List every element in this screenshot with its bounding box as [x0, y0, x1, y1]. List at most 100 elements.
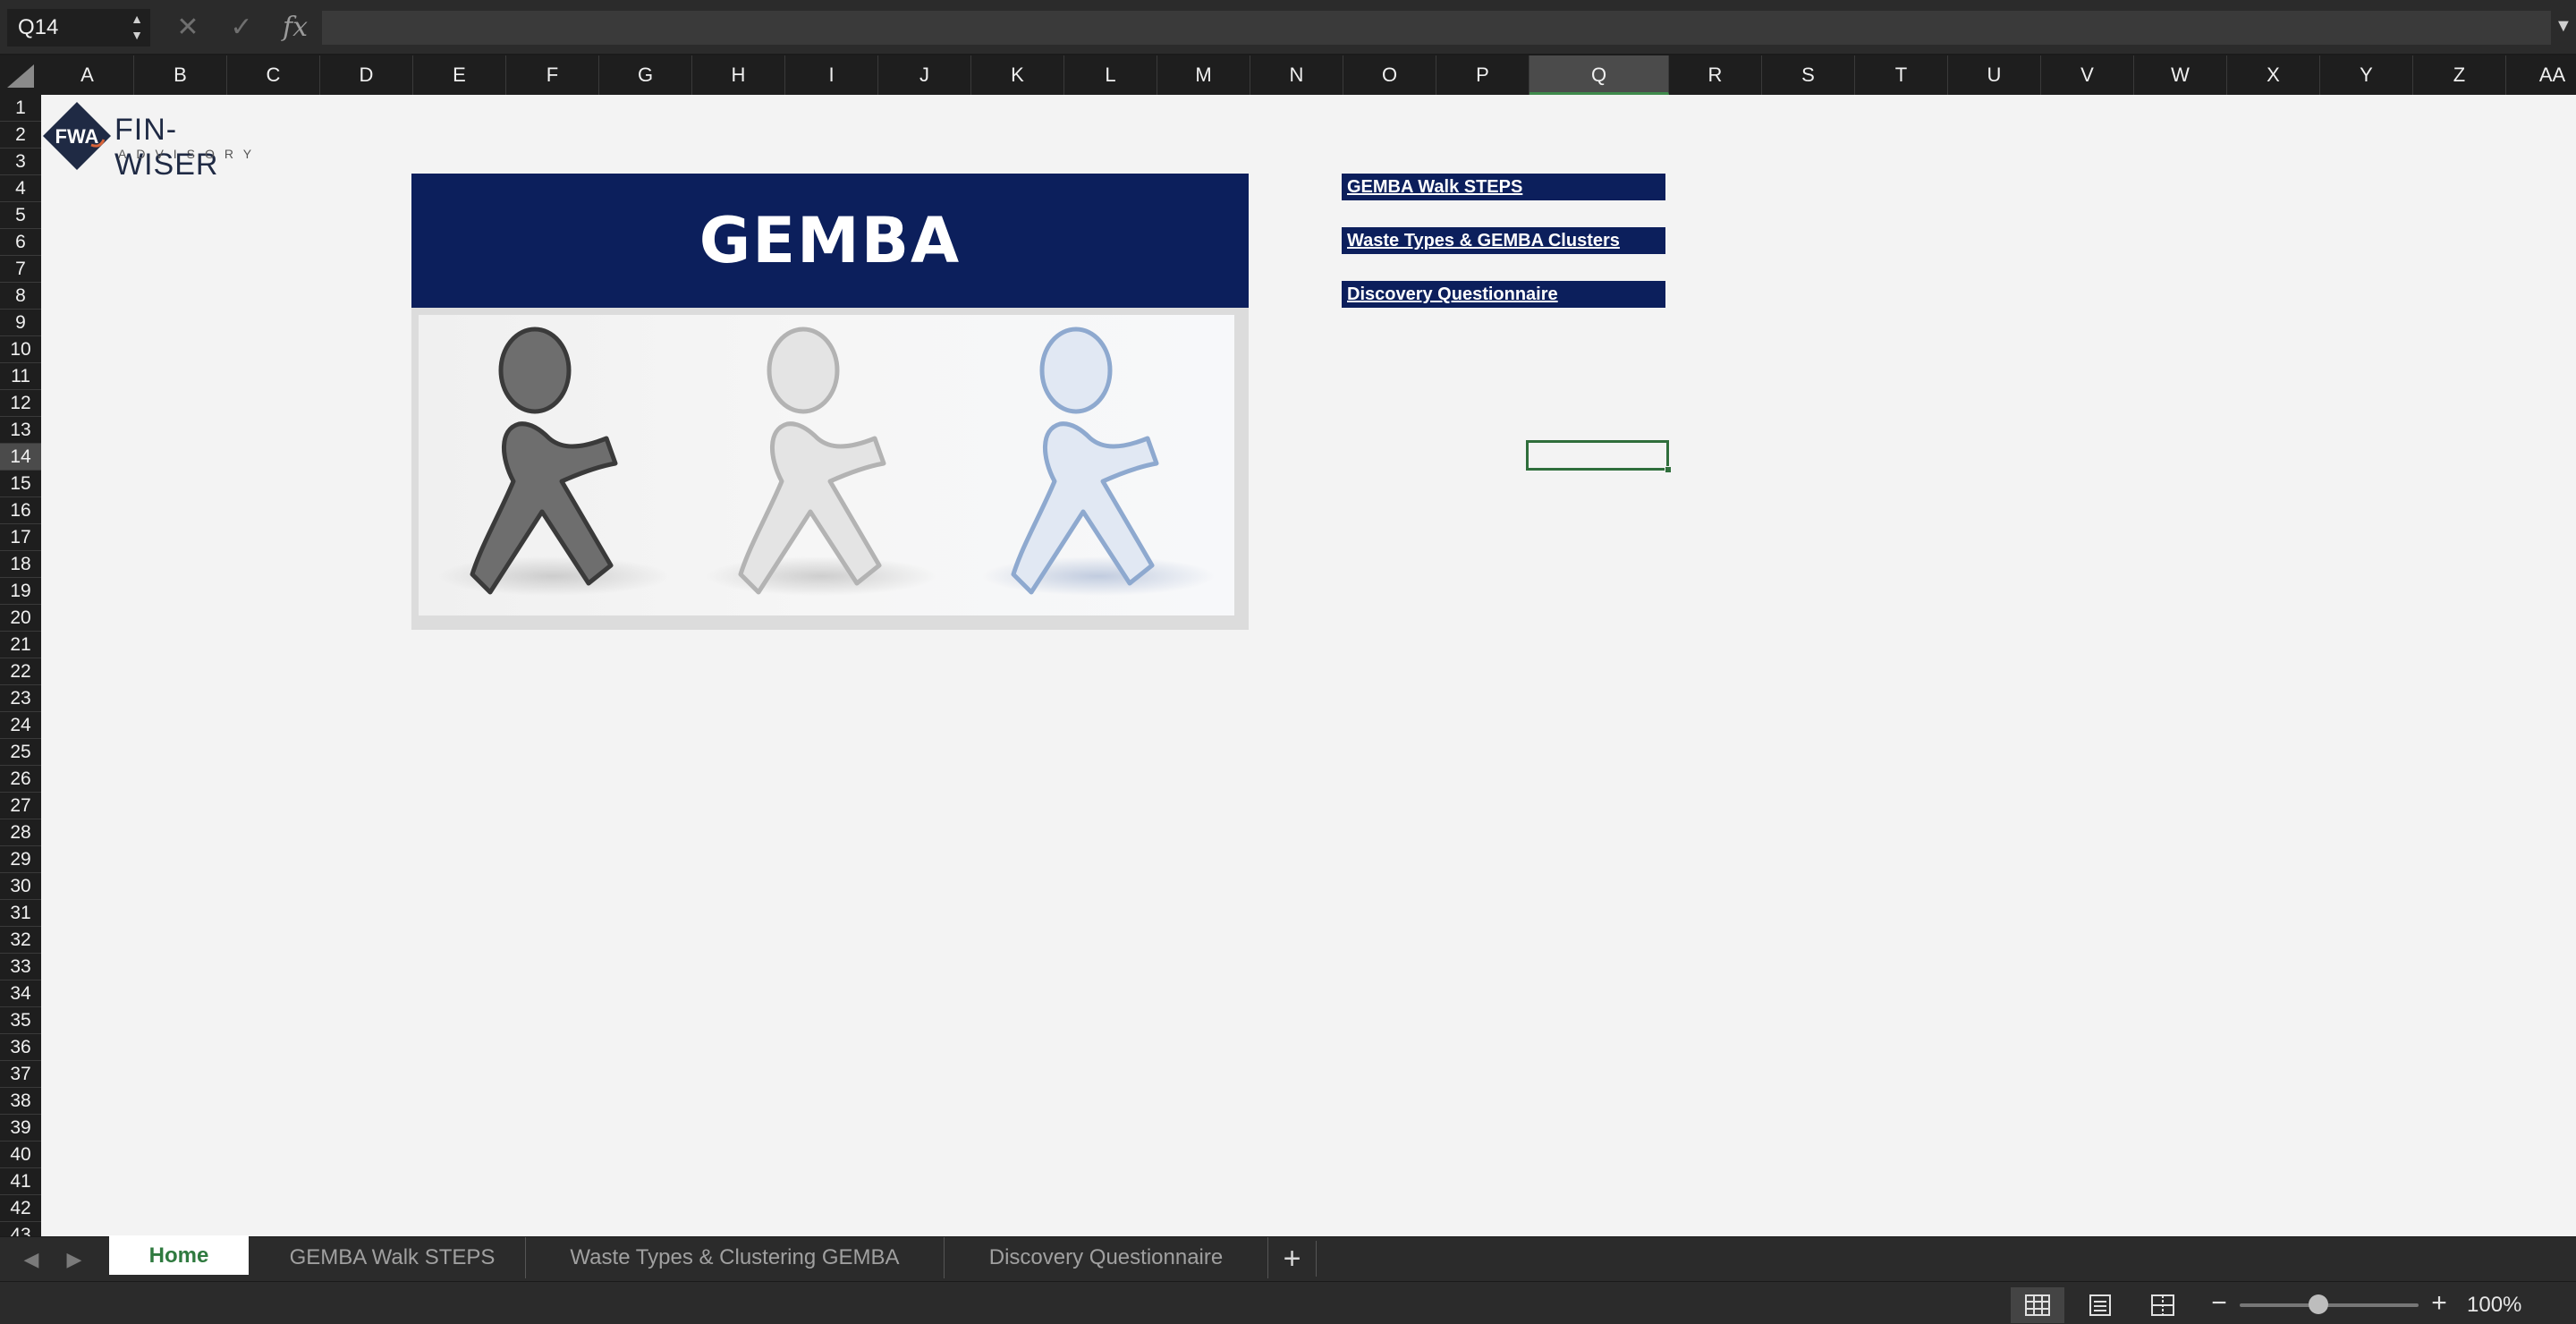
column-header[interactable]: D	[320, 55, 413, 95]
row-header[interactable]: 5	[0, 202, 41, 229]
row-header[interactable]: 22	[0, 658, 41, 685]
row-header[interactable]: 34	[0, 980, 41, 1007]
row-header[interactable]: 3	[0, 149, 41, 175]
row-header[interactable]: 4	[0, 175, 41, 202]
row-header[interactable]: 29	[0, 846, 41, 873]
selected-cell[interactable]	[1526, 440, 1672, 473]
column-header[interactable]: M	[1157, 55, 1250, 95]
column-header[interactable]: N	[1250, 55, 1343, 95]
column-header[interactable]: C	[227, 55, 320, 95]
row-header[interactable]: 7	[0, 256, 41, 283]
row-header[interactable]: 42	[0, 1195, 41, 1222]
row-header[interactable]: 37	[0, 1061, 41, 1088]
link-gemba-walk-steps[interactable]: GEMBA Walk STEPS	[1342, 174, 1665, 200]
normal-view-button[interactable]	[2011, 1287, 2064, 1323]
row-header[interactable]: 19	[0, 578, 41, 605]
row-header[interactable]: 13	[0, 417, 41, 444]
previous-sheet-icon[interactable]: ◀	[16, 1244, 47, 1275]
column-header[interactable]: R	[1669, 55, 1762, 95]
row-header[interactable]: 27	[0, 793, 41, 819]
tab-discovery-questionnaire[interactable]: Discovery Questionnaire	[945, 1237, 1268, 1278]
column-header[interactable]: J	[878, 55, 971, 95]
row-header[interactable]: 25	[0, 739, 41, 766]
column-header[interactable]: U	[1948, 55, 2041, 95]
page-break-preview-button[interactable]	[2136, 1287, 2190, 1323]
row-header[interactable]: 6	[0, 229, 41, 256]
column-header[interactable]: H	[692, 55, 785, 95]
column-header[interactable]: W	[2134, 55, 2227, 95]
chevron-down-icon[interactable]: ▼	[2555, 16, 2572, 37]
row-header[interactable]: 30	[0, 873, 41, 900]
row-header[interactable]: 18	[0, 551, 41, 578]
row-header[interactable]: 43	[0, 1222, 41, 1236]
column-header[interactable]: X	[2227, 55, 2320, 95]
select-all-button[interactable]	[0, 55, 41, 95]
formula-input[interactable]	[322, 11, 2551, 45]
zoom-in-button[interactable]: +	[2426, 1287, 2453, 1320]
row-header[interactable]: 36	[0, 1034, 41, 1061]
grid-view-icon	[2025, 1294, 2050, 1316]
row-header[interactable]: 23	[0, 685, 41, 712]
column-header[interactable]: F	[506, 55, 599, 95]
column-header[interactable]: Q	[1530, 55, 1669, 95]
row-header[interactable]: 39	[0, 1115, 41, 1142]
zoom-slider[interactable]	[2240, 1303, 2419, 1307]
row-header[interactable]: 35	[0, 1007, 41, 1034]
zoom-level[interactable]: 100%	[2467, 1291, 2521, 1320]
row-header[interactable]: 11	[0, 363, 41, 390]
column-header[interactable]: P	[1436, 55, 1530, 95]
row-header[interactable]: 24	[0, 712, 41, 739]
column-header[interactable]: E	[413, 55, 506, 95]
column-header[interactable]: Y	[2320, 55, 2413, 95]
column-header[interactable]: Z	[2413, 55, 2506, 95]
row-header[interactable]: 16	[0, 497, 41, 524]
tab-waste-types-clustering-gemba[interactable]: Waste Types & Clustering GEMBA	[526, 1237, 945, 1278]
row-header[interactable]: 1	[0, 95, 41, 122]
row-header[interactable]: 21	[0, 632, 41, 658]
column-header[interactable]: O	[1343, 55, 1436, 95]
link-discovery-questionnaire[interactable]: Discovery Questionnaire	[1342, 281, 1665, 308]
gemba-banner: GEMBA	[411, 174, 1249, 308]
row-header[interactable]: 20	[0, 605, 41, 632]
row-header[interactable]: 31	[0, 900, 41, 927]
row-header[interactable]: 9	[0, 310, 41, 336]
row-header[interactable]: 2	[0, 122, 41, 149]
row-header[interactable]: 10	[0, 336, 41, 363]
row-header[interactable]: 17	[0, 524, 41, 551]
row-header[interactable]: 41	[0, 1168, 41, 1195]
zoom-slider-thumb[interactable]	[2309, 1294, 2328, 1314]
next-sheet-icon[interactable]: ▶	[59, 1244, 89, 1275]
add-sheet-button[interactable]: +	[1268, 1241, 1317, 1277]
row-header[interactable]: 32	[0, 927, 41, 954]
row-header[interactable]: 28	[0, 819, 41, 846]
tab-home[interactable]: Home	[109, 1235, 249, 1275]
tab-gemba-walk-steps[interactable]: GEMBA Walk STEPS	[259, 1237, 526, 1278]
column-header[interactable]: V	[2041, 55, 2134, 95]
row-header[interactable]: 33	[0, 954, 41, 980]
row-header[interactable]: 14	[0, 444, 41, 471]
column-header[interactable]: S	[1762, 55, 1855, 95]
fill-handle[interactable]	[1665, 466, 1672, 473]
row-header[interactable]: 26	[0, 766, 41, 793]
column-header[interactable]: AA	[2506, 55, 2576, 95]
row-header[interactable]: 8	[0, 283, 41, 310]
column-header[interactable]: A	[41, 55, 134, 95]
zoom-out-button[interactable]: −	[2206, 1287, 2233, 1320]
column-header[interactable]: K	[971, 55, 1064, 95]
column-header[interactable]: B	[134, 55, 227, 95]
row-header[interactable]: 40	[0, 1142, 41, 1168]
link-waste-types-gemba-clusters[interactable]: Waste Types & GEMBA Clusters	[1342, 227, 1665, 254]
column-header[interactable]: I	[785, 55, 878, 95]
column-header[interactable]: G	[599, 55, 692, 95]
row-header[interactable]: 15	[0, 471, 41, 497]
row-header[interactable]: 38	[0, 1088, 41, 1115]
column-header[interactable]: T	[1855, 55, 1948, 95]
cancel-icon[interactable]: ✕	[170, 9, 206, 47]
page-layout-view-button[interactable]	[2073, 1287, 2127, 1323]
worksheet[interactable]: FWA FIN-WISER ADVISORY GEMBA GEMBA Walk …	[41, 95, 2576, 1236]
row-header[interactable]: 12	[0, 390, 41, 417]
check-icon[interactable]: ✓	[224, 9, 259, 47]
column-header[interactable]: L	[1064, 55, 1157, 95]
name-box-stepper-icon[interactable]: ▲ ▼	[129, 11, 145, 45]
insert-function-button[interactable]: fx	[277, 9, 313, 47]
